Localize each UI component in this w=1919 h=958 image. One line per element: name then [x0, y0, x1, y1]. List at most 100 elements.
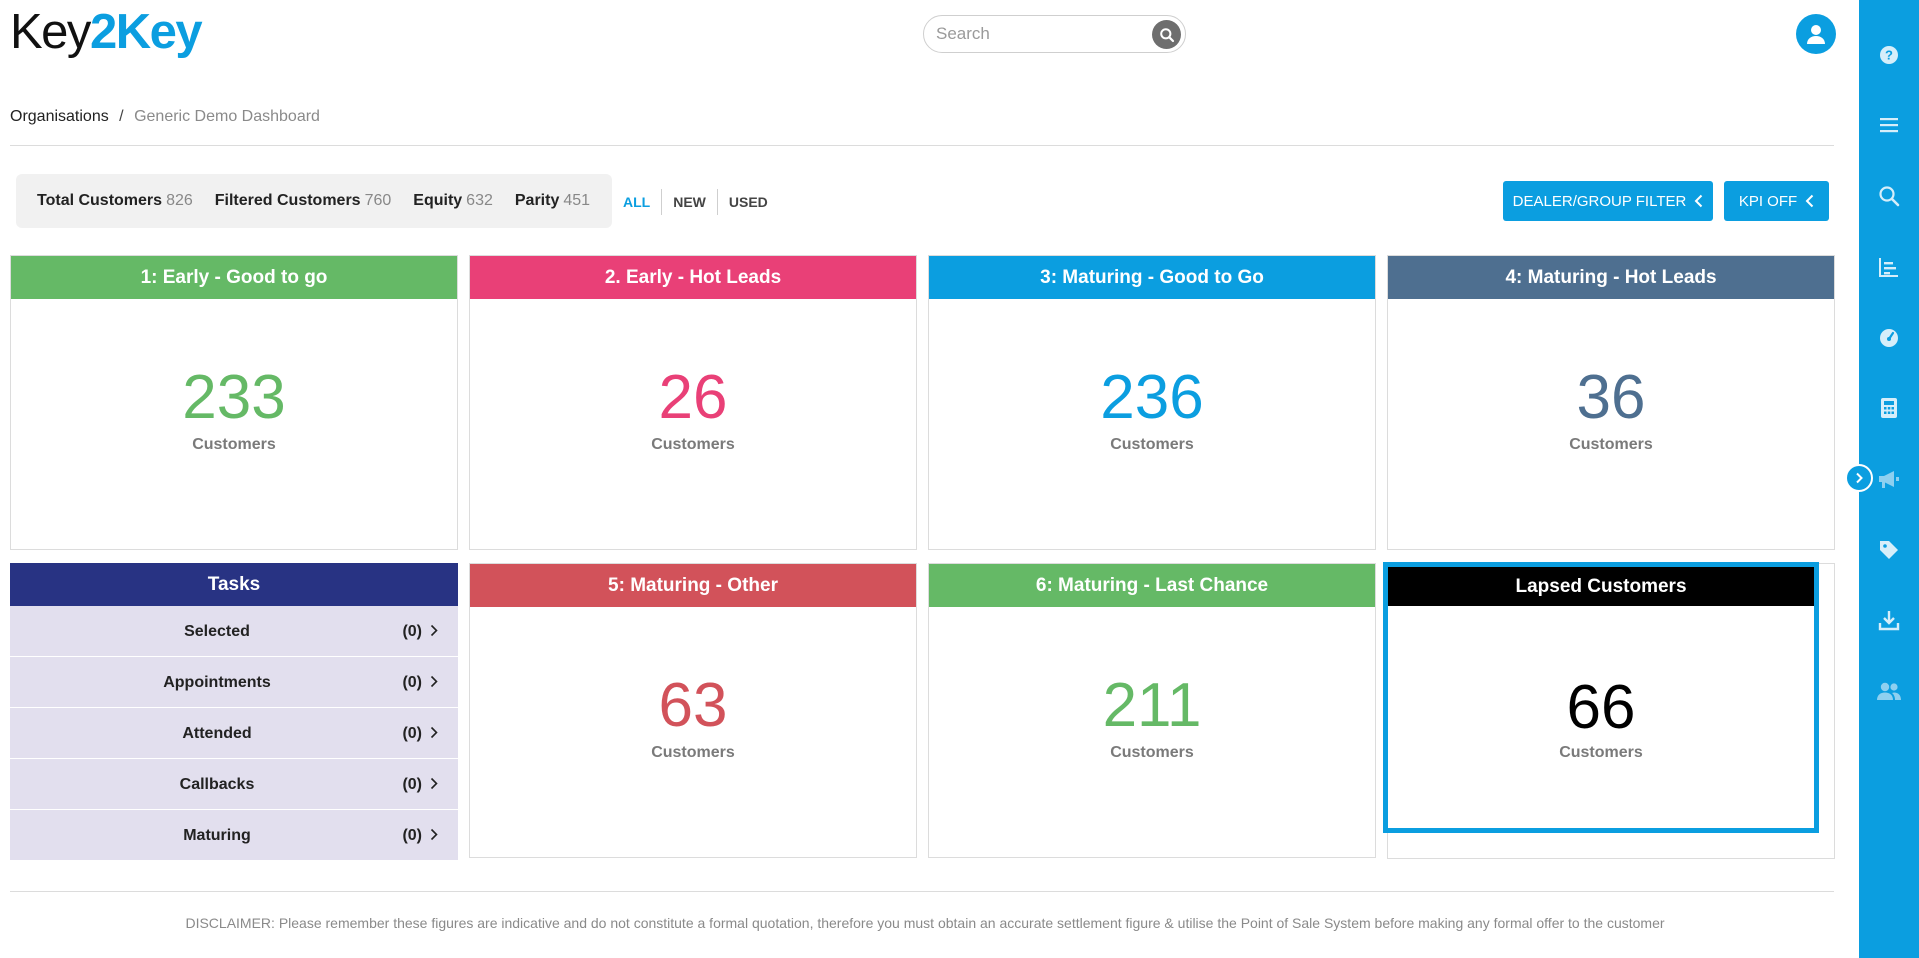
card-title: 2. Early - Hot Leads [470, 256, 916, 299]
user-icon [1807, 25, 1825, 44]
card-early-good-to-go[interactable]: 1: Early - Good to go 233 Customers [10, 255, 458, 550]
customer-stats-bar: Total Customers 826 Filtered Customers 760… [16, 174, 612, 228]
tasks-title: Tasks [10, 563, 458, 606]
card-unit: Customers [1569, 436, 1653, 453]
card-count: 236 [1100, 363, 1204, 432]
card-unit: Customers [1110, 744, 1194, 761]
tag-icon[interactable] [1876, 537, 1902, 563]
breadcrumb: Organisations / Generic Demo Dashboard [10, 108, 320, 126]
card-count: 233 [182, 363, 286, 432]
user-avatar-button[interactable] [1796, 14, 1836, 54]
vehicle-type-filter: ALL NEW USED [623, 189, 779, 215]
card-title: 6: Maturing - Last Chance [929, 564, 1375, 607]
stat-label: Filtered Customers [214, 192, 361, 209]
stat-total-customers: Total Customers 826 [37, 192, 193, 210]
task-count: (0) [402, 776, 422, 793]
task-count: (0) [402, 623, 422, 640]
help-icon[interactable]: ? [1876, 42, 1902, 68]
card-unit: Customers [651, 436, 735, 453]
task-label: Maturing [183, 827, 251, 844]
card-unit: Customers [1559, 744, 1643, 761]
users-icon[interactable] [1876, 678, 1902, 704]
menu-icon[interactable] [1876, 112, 1902, 138]
card-title: 4: Maturing - Hot Leads [1388, 256, 1834, 299]
card-unit: Customers [1110, 436, 1194, 453]
megaphone-icon[interactable] [1876, 466, 1902, 492]
stat-equity: Equity 632 [413, 192, 493, 210]
card-count: 26 [658, 363, 728, 432]
chevron-right-icon [430, 828, 438, 841]
search-button[interactable] [1152, 20, 1181, 49]
chevron-left-icon [1694, 194, 1703, 208]
calculator-icon[interactable] [1876, 395, 1902, 421]
tasks-panel: Tasks Selected (0) Appointments (0) Atte… [10, 563, 458, 861]
kpi-toggle-label: KPI OFF [1738, 192, 1798, 210]
stat-filtered-customers: Filtered Customers 760 [215, 192, 392, 210]
card-maturing-other[interactable]: 5: Maturing - Other 63 Customers [469, 563, 917, 858]
task-count: (0) [402, 725, 422, 742]
footer-divider [10, 891, 1834, 892]
stat-value: 826 [166, 192, 193, 209]
stat-value: 451 [563, 192, 591, 209]
stat-label: Parity [514, 192, 560, 209]
task-label: Selected [184, 623, 250, 640]
sidebar-expand-button[interactable] [1845, 464, 1873, 492]
card-unit: Customers [192, 436, 276, 453]
dealer-group-filter-label: DEALER/GROUP FILTER [1512, 192, 1687, 210]
gauge-icon[interactable] [1876, 325, 1902, 351]
filter-used[interactable]: USED [718, 194, 779, 210]
svg-text:?: ? [1885, 48, 1893, 63]
task-label: Callbacks [179, 776, 255, 793]
card-title: 5: Maturing - Other [470, 564, 916, 607]
chevron-right-icon [430, 675, 438, 688]
task-row-selected[interactable]: Selected (0) [10, 606, 458, 657]
card-early-hot-leads[interactable]: 2. Early - Hot Leads 26 Customers [469, 255, 917, 550]
key2key-logo[interactable]: Key2Key [10, 5, 203, 59]
chevron-right-icon [1856, 472, 1863, 484]
card-lapsed-customers[interactable]: Lapsed Customers 66 Customers [1383, 562, 1819, 833]
task-label: Attended [182, 725, 252, 742]
breadcrumb-organisations-link[interactable]: Organisations [10, 108, 109, 125]
task-row-callbacks[interactable]: Callbacks (0) [10, 759, 458, 810]
breadcrumb-separator: / [119, 108, 124, 125]
card-maturing-hot-leads[interactable]: 4: Maturing - Hot Leads 36 Customers [1387, 255, 1835, 550]
download-icon[interactable] [1876, 607, 1902, 633]
bar-chart-icon[interactable] [1876, 254, 1902, 280]
card-count: 63 [658, 671, 728, 740]
task-row-appointments[interactable]: Appointments (0) [10, 657, 458, 708]
card-title: 3: Maturing - Good to Go [929, 256, 1375, 299]
task-row-maturing[interactable]: Maturing (0) [10, 810, 458, 861]
breadcrumb-current: Generic Demo Dashboard [134, 108, 320, 125]
search-icon[interactable] [1876, 183, 1902, 209]
chevron-right-icon [430, 624, 438, 637]
task-label: Appointments [163, 674, 271, 691]
stat-label: Total Customers [37, 192, 163, 209]
stat-value: 632 [466, 192, 493, 209]
chevron-right-icon [430, 777, 438, 790]
kpi-toggle-button[interactable]: KPI OFF [1724, 181, 1829, 221]
stat-label: Equity [413, 192, 463, 209]
task-row-attended[interactable]: Attended (0) [10, 708, 458, 759]
logo-text-key: Key [10, 5, 91, 59]
dealer-group-filter-button[interactable]: DEALER/GROUP FILTER [1503, 181, 1713, 221]
search-box [923, 15, 1186, 53]
task-count: (0) [402, 674, 422, 691]
card-title: 1: Early - Good to go [11, 256, 457, 299]
search-input[interactable] [936, 24, 1136, 44]
card-maturing-good-to-go[interactable]: 3: Maturing - Good to Go 236 Customers [928, 255, 1376, 550]
stat-value: 760 [364, 192, 392, 209]
filter-all[interactable]: ALL [623, 194, 661, 210]
logo-text-2: 2 [89, 5, 117, 59]
disclaimer-text: DISCLAIMER: Please remember these figure… [185, 915, 1665, 931]
card-count: 211 [1102, 671, 1202, 740]
chevron-left-icon [1805, 194, 1814, 208]
task-count: (0) [402, 827, 422, 844]
stat-parity: Parity 451 [515, 192, 590, 210]
card-maturing-last-chance[interactable]: 6: Maturing - Last Chance 211 Customers [928, 563, 1376, 858]
search-icon [1159, 27, 1174, 42]
filter-new[interactable]: NEW [662, 194, 717, 210]
chevron-right-icon [430, 726, 438, 739]
header-divider [10, 145, 1834, 146]
card-count: 36 [1576, 363, 1646, 432]
card-title: Lapsed Customers [1388, 567, 1814, 606]
